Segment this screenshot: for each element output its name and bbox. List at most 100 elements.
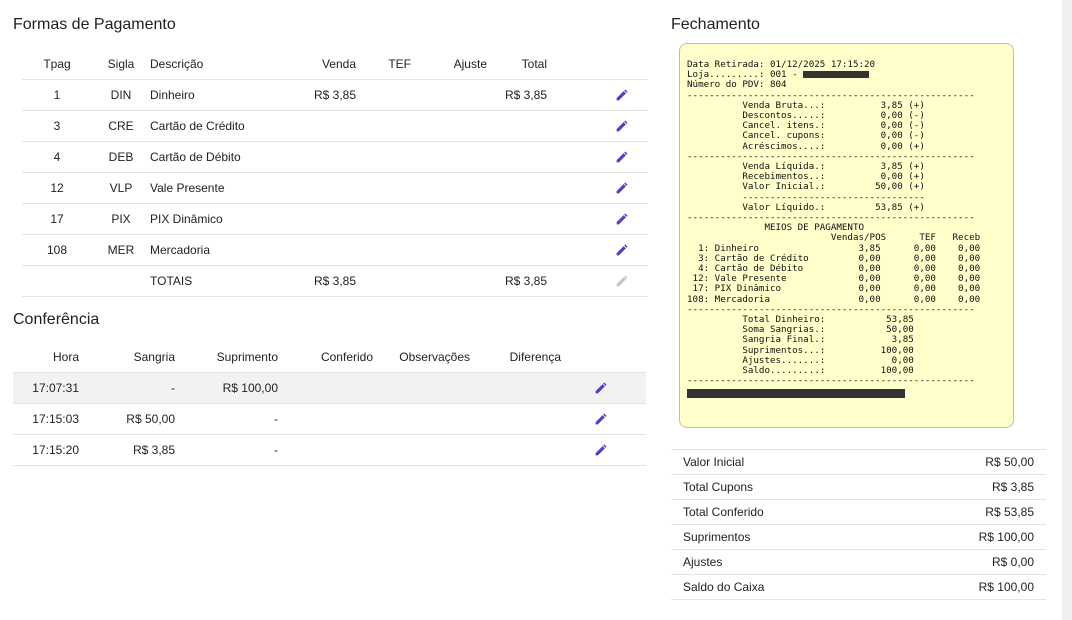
edit-pencil-icon[interactable] [615, 182, 628, 195]
conference-title: Conferência [13, 311, 100, 328]
empty-cell [22, 265, 92, 297]
summary-value: R$ 53,85 [884, 499, 1046, 525]
actions-cell [547, 265, 648, 297]
hora-cell: 17:15:03 [13, 403, 93, 435]
summary-row: Total Conferido R$ 53,85 [671, 499, 1046, 525]
receipt-text: Data Retirada: 01/12/2025 17:15:20 Loja.… [680, 44, 1013, 398]
ajuste-cell [411, 234, 487, 266]
tpag-cell: 17 [22, 203, 92, 235]
receipt-line: ----------------------------------------… [687, 375, 975, 387]
conference-row: 17:15:03 R$ 50,00- [13, 403, 646, 435]
edit-pencil-icon[interactable] [594, 444, 607, 457]
redacted-store-name [803, 71, 870, 79]
sigla-cell: DIN [92, 79, 150, 111]
summary-label: Saldo do Caixa [671, 574, 885, 600]
descricao-cell: Cartão de Crédito [150, 110, 274, 142]
col-diferenca: Diferença [470, 342, 561, 373]
edit-pencil-icon[interactable] [615, 151, 628, 164]
diferenca-cell [470, 403, 561, 435]
tef-cell [356, 203, 411, 235]
sigla-cell: VLP [92, 172, 150, 204]
edit-pencil-icon[interactable] [615, 89, 628, 102]
cash-closing-panel: Formas de Pagamento Tpag Sigla Descrição… [0, 0, 1062, 620]
suprimento-cell: - [175, 434, 278, 466]
tpag-cell: 1 [22, 79, 92, 111]
summary-row: Ajustes R$ 0,00 [671, 549, 1046, 575]
edit-pencil-icon[interactable] [594, 382, 607, 395]
hora-cell: 17:15:20 [13, 434, 93, 466]
sigla-cell: PIX [92, 203, 150, 235]
summary-label: Ajustes [671, 549, 885, 575]
col-venda: Venda [274, 49, 356, 80]
col-actions [547, 49, 648, 80]
conference-header-row: Hora Sangria Suprimento Conferido Observ… [13, 342, 646, 373]
suprimento-cell: R$ 100,00 [175, 372, 278, 404]
observacoes-cell [373, 372, 470, 404]
descricao-cell: Dinheiro [150, 79, 274, 111]
closing-summary-table: Valor Inicial R$ 50,00 Total Cupons R$ 3,85… [671, 449, 1046, 600]
payment-method-row: 1 DIN Dinheiro R$ 3,85 R$ 3,85 [22, 79, 648, 111]
payment-methods-title: Formas de Pagamento [13, 16, 176, 33]
tpag-cell: 4 [22, 141, 92, 173]
payment-methods-totals-row: TOTAIS R$ 3,85 R$ 3,85 [22, 265, 648, 297]
payment-method-row: 3 CRE Cartão de Crédito [22, 110, 648, 142]
redacted-footer [687, 388, 905, 398]
summary-label: Valor Inicial [671, 449, 885, 475]
payment-method-row: 108 MER Mercadoria [22, 234, 648, 266]
summary-value: R$ 0,00 [884, 549, 1046, 575]
conference-row: 17:15:20 R$ 3,85- [13, 434, 646, 466]
col-tef: TEF [356, 49, 411, 80]
ajuste-cell [411, 141, 487, 173]
page-scrollbar[interactable] [1062, 0, 1072, 620]
sigla-cell: MER [92, 234, 150, 266]
col-hora: Hora [13, 342, 93, 373]
hora-cell: 17:07:31 [13, 372, 93, 404]
edit-pencil-icon[interactable] [615, 213, 628, 226]
tef-cell [356, 141, 411, 173]
summary-row: Saldo do Caixa R$ 100,00 [671, 574, 1046, 600]
tpag-cell: 108 [22, 234, 92, 266]
observacoes-cell [373, 434, 470, 466]
summary-label: Total Conferido [671, 499, 885, 525]
venda-cell [274, 234, 356, 266]
sangria-cell: R$ 50,00 [93, 403, 175, 435]
col-tpag: Tpag [22, 49, 92, 80]
col-suprimento: Suprimento [175, 342, 278, 373]
summary-value: R$ 100,00 [884, 524, 1046, 550]
venda-cell: R$ 3,85 [274, 79, 356, 111]
ajuste-cell [411, 203, 487, 235]
edit-pencil-icon[interactable] [594, 413, 607, 426]
edit-pencil-icon[interactable] [615, 244, 628, 257]
tef-cell [356, 172, 411, 204]
total-cell [487, 110, 547, 142]
ajuste-cell [411, 79, 487, 111]
summary-value: R$ 100,00 [884, 574, 1046, 600]
edit-pencil-icon[interactable] [615, 120, 628, 133]
ajuste-cell [411, 172, 487, 204]
summary-label: Suprimentos [671, 524, 885, 550]
actions-cell [547, 79, 648, 111]
tpag-cell: 12 [22, 172, 92, 204]
summary-row: Total Cupons R$ 3,85 [671, 474, 1046, 500]
actions-cell [561, 434, 646, 466]
empty-cell [411, 265, 487, 297]
venda-cell [274, 203, 356, 235]
sigla-cell: DEB [92, 141, 150, 173]
totals-venda: R$ 3,85 [274, 265, 356, 297]
payment-method-row: 4 DEB Cartão de Débito [22, 141, 648, 173]
total-cell [487, 172, 547, 204]
tef-cell [356, 79, 411, 111]
col-actions [561, 342, 646, 373]
sangria-cell: R$ 3,85 [93, 434, 175, 466]
summary-row: Valor Inicial R$ 50,00 [671, 449, 1046, 475]
sigla-cell: CRE [92, 110, 150, 142]
empty-cell [356, 265, 411, 297]
actions-cell [547, 203, 648, 235]
totals-total: R$ 3,85 [487, 265, 547, 297]
summary-value: R$ 50,00 [884, 449, 1046, 475]
suprimento-cell: - [175, 403, 278, 435]
total-cell [487, 234, 547, 266]
conferido-cell [278, 434, 373, 466]
actions-cell [547, 234, 648, 266]
totals-label: TOTAIS [150, 265, 274, 297]
